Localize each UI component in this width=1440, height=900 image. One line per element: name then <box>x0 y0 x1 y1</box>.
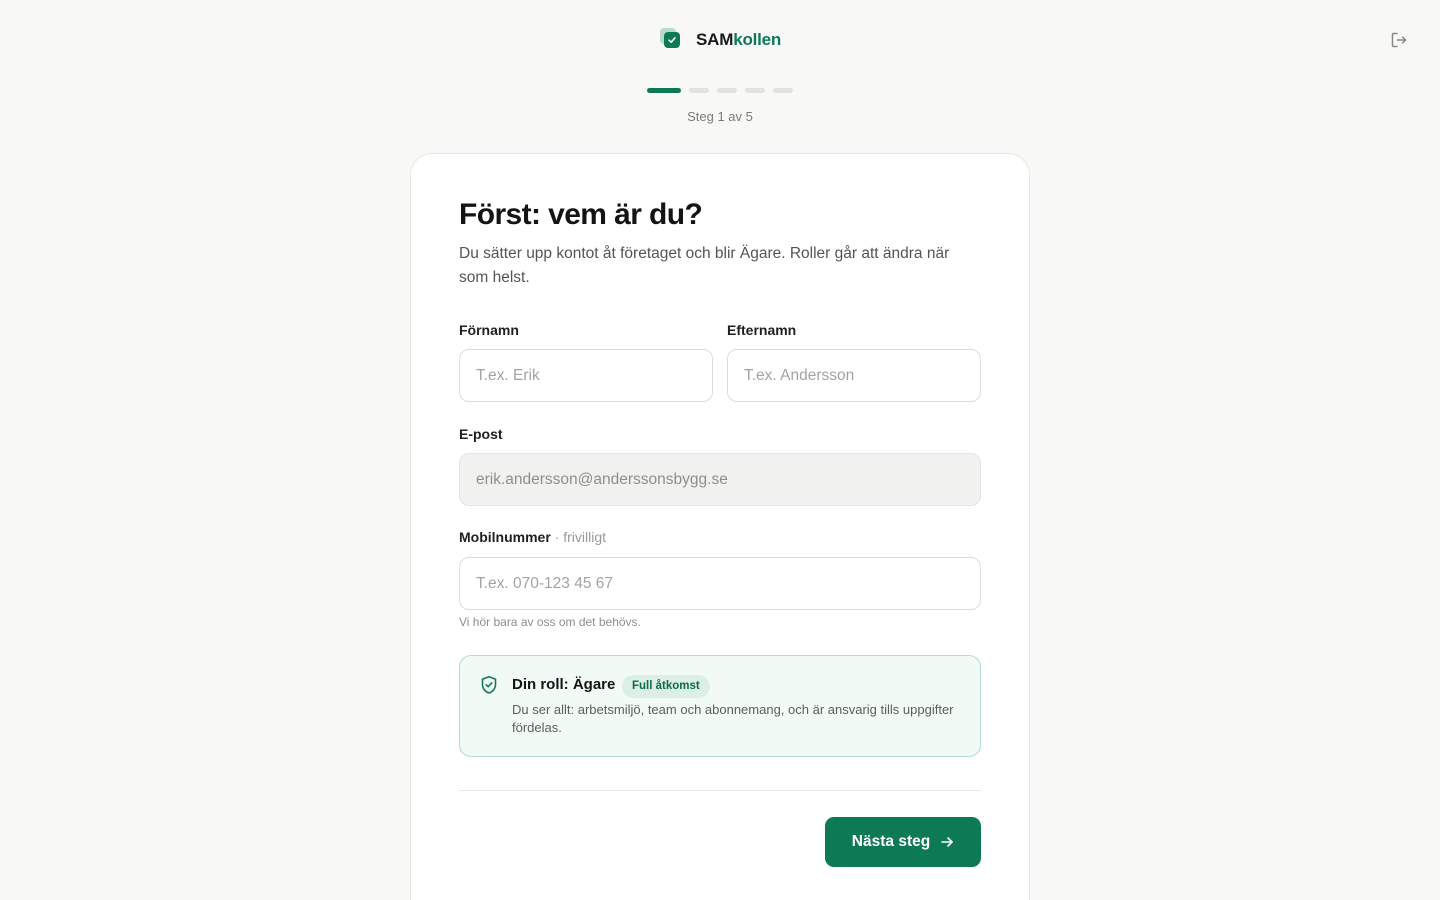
progress-segment-2 <box>689 88 709 93</box>
divider <box>459 790 981 791</box>
brand-name-part1: SAM <box>696 30 734 49</box>
progress-segment-4 <box>745 88 765 93</box>
phone-label-text: Mobilnummer <box>459 529 551 545</box>
step-progress <box>647 88 793 93</box>
page-title: Först: vem är du? <box>459 198 703 231</box>
brand-logo: SAMkollen <box>660 28 781 52</box>
brand-name: SAMkollen <box>696 30 781 50</box>
onboarding-card: Först: vem är du? Du sätter upp kontot å… <box>410 153 1030 900</box>
first-name-label: Förnamn <box>459 322 519 338</box>
progress-segment-3 <box>717 88 737 93</box>
check-logo-icon <box>660 28 684 52</box>
phone-optional-hint: · frivilligt <box>554 529 607 545</box>
phone-help-text: Vi hör bara av oss om det behövs. <box>459 615 641 629</box>
next-step-label: Nästa steg <box>851 833 931 850</box>
role-description: Du ser allt: arbetsmiljö, team och abonn… <box>512 702 954 735</box>
logout-icon <box>1391 32 1407 48</box>
arrow-right-icon <box>941 837 954 847</box>
page-lead: Du sätter upp kontot åt företaget och bl… <box>459 245 950 286</box>
step-label: Steg 1 av 5 <box>687 109 753 124</box>
email-field <box>459 453 981 506</box>
last-name-label: Efternamn <box>727 322 797 338</box>
last-name-input[interactable] <box>727 349 981 402</box>
brand-name-part2: kollen <box>733 30 782 49</box>
phone-input[interactable] <box>459 557 981 610</box>
role-info-box: Din roll: Ägare Full åtkomst Du ser allt… <box>459 655 981 757</box>
phone-label: Mobilnummer · frivilligt <box>459 529 606 545</box>
email-label: E-post <box>459 426 503 442</box>
role-title: Din roll: Ägare <box>512 676 616 693</box>
top-bar: SAMkollen <box>0 0 1440 80</box>
shield-check-icon <box>481 676 497 694</box>
first-name-input[interactable] <box>459 349 713 402</box>
progress-segment-1 <box>647 88 681 93</box>
progress-segment-5 <box>773 88 793 93</box>
logout-button[interactable] <box>1386 28 1412 52</box>
role-badge: Full åtkomst <box>622 675 710 698</box>
next-step-button[interactable]: Nästa steg <box>825 817 981 867</box>
